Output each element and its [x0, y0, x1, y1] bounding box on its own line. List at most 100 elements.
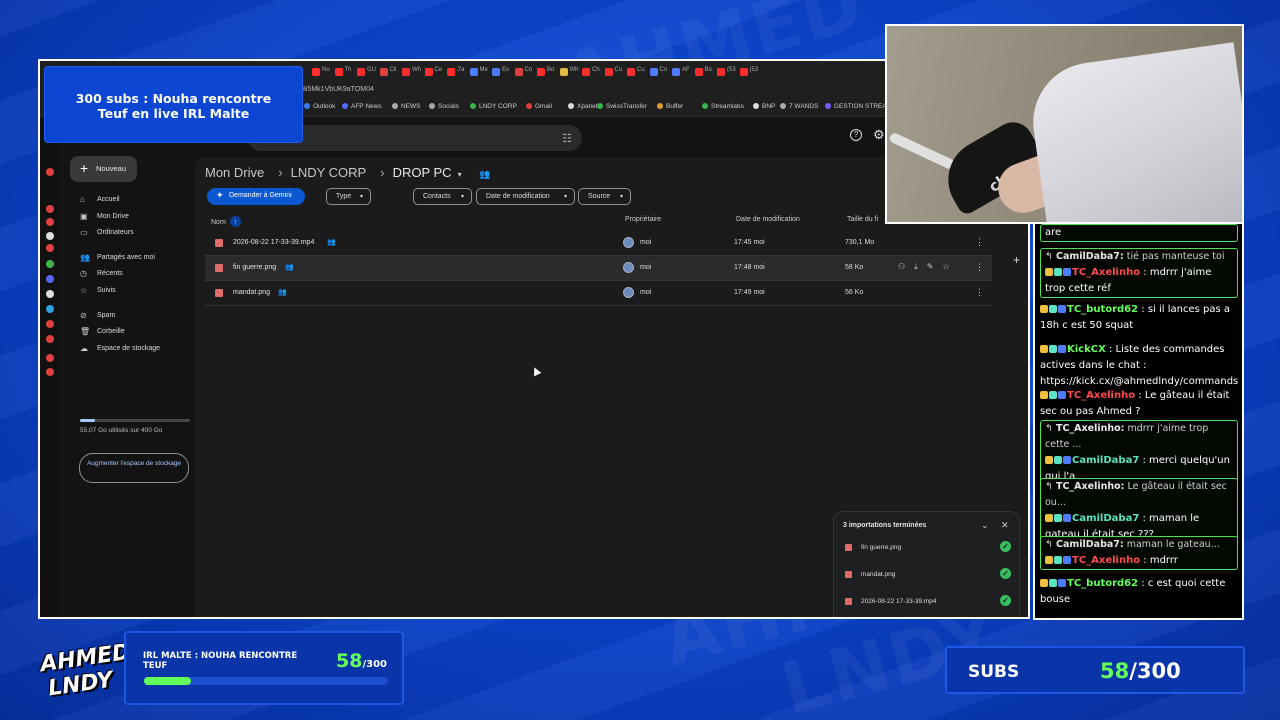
- filter-chip[interactable]: Date de modification ▾: [476, 188, 575, 205]
- tab-favicon-icon[interactable]: [537, 68, 545, 76]
- bookmark-item[interactable]: LNDY CORP: [470, 103, 517, 110]
- extension-icon[interactable]: [46, 232, 54, 240]
- sidebar-item-spam[interactable]: ⊘ Spam: [80, 311, 115, 320]
- sidebar-item-partagés-avec-moi[interactable]: 👥 Partagés avec moi: [80, 253, 155, 262]
- tab-favicon-icon[interactable]: [739, 68, 748, 76]
- extension-icon[interactable]: [46, 305, 54, 313]
- tab-favicon-icon[interactable]: [604, 68, 613, 76]
- chevron-down-icon[interactable]: ⌄: [981, 520, 989, 531]
- extension-icon[interactable]: [46, 205, 54, 213]
- close-icon[interactable]: ✕: [1001, 520, 1009, 531]
- tab-favicon-icon[interactable]: [492, 68, 500, 76]
- upgrade-storage-button[interactable]: Augmenter l'espace de stockage: [79, 453, 189, 483]
- bookmark-item[interactable]: SwissTransfer: [597, 103, 647, 110]
- chat-username[interactable]: TC_butord62: [1067, 304, 1138, 315]
- bookmark-item[interactable]: Xpanel: [568, 103, 597, 110]
- extension-icon[interactable]: [46, 354, 54, 362]
- bookmark-item[interactable]: NEWS: [392, 103, 421, 110]
- tab-label[interactable]: Cu: [637, 67, 645, 73]
- bookmark-item[interactable]: Buffer: [657, 103, 683, 110]
- breadcrumb-item[interactable]: Mon Drive: [205, 165, 264, 180]
- tab-label[interactable]: Cu: [615, 67, 623, 73]
- sidebar-item-récents[interactable]: ◷ Récents: [80, 269, 123, 278]
- chat-username[interactable]: KickCX: [1067, 344, 1106, 355]
- tab-label[interactable]: Es: [502, 67, 509, 73]
- add-icon[interactable]: +: [1013, 253, 1020, 267]
- upload-item[interactable]: mandat.png ✓: [834, 562, 1019, 588]
- sidebar-item-espace-de-stockage[interactable]: ☁ Espace de stockage: [80, 344, 160, 353]
- tab-favicon-icon[interactable]: [672, 68, 680, 76]
- help-icon[interactable]: ?: [850, 129, 862, 141]
- bookmark-item[interactable]: Streamlabs: [702, 103, 744, 110]
- sidebar-item-ordinateurs[interactable]: ▭ Ordinateurs: [80, 228, 134, 237]
- ask-gemini-button[interactable]: ✦ Demander à Gemini: [207, 188, 305, 205]
- extension-icon[interactable]: [46, 335, 54, 343]
- more-options-icon[interactable]: ⋮: [975, 287, 984, 298]
- tab-favicon-icon[interactable]: [582, 68, 590, 76]
- extension-icon[interactable]: [46, 320, 54, 328]
- tab-favicon-icon[interactable]: [402, 68, 410, 76]
- tab-label[interactable]: Ce: [435, 67, 443, 73]
- chat-username[interactable]: TC_butord62: [1067, 578, 1138, 589]
- upload-item[interactable]: fin guerre.png ✓: [834, 535, 1019, 561]
- tab-favicon-icon[interactable]: [514, 68, 523, 76]
- bookmark-item[interactable]: AFP News: [342, 103, 382, 110]
- tab-favicon-icon[interactable]: [312, 68, 320, 76]
- tab-label[interactable]: AF: [682, 67, 690, 73]
- breadcrumb-item[interactable]: LNDY CORP: [291, 165, 367, 180]
- bookmark-item[interactable]: Gmail: [526, 103, 552, 110]
- sidebar-item-mon-drive[interactable]: ▣ Mon Drive: [80, 212, 129, 221]
- chat-username[interactable]: CamilDaba7: [1072, 455, 1139, 466]
- tab-label[interactable]: J'a: [457, 67, 464, 73]
- tab-favicon-icon[interactable]: [717, 68, 725, 76]
- tab-label[interactable]: Cli: [390, 67, 397, 73]
- column-header-owner[interactable]: Propriétaire: [625, 216, 661, 223]
- filter-chip[interactable]: Contacts ▾: [413, 188, 472, 205]
- column-header-name[interactable]: Nom ↑: [211, 216, 241, 227]
- tab-favicon-icon[interactable]: [379, 68, 388, 76]
- extension-icon[interactable]: [46, 260, 54, 268]
- tab-label[interactable]: No: [322, 67, 330, 73]
- bookmark-item[interactable]: Socials: [429, 103, 459, 110]
- filter-chip[interactable]: Type ▾: [326, 188, 371, 205]
- tab-label[interactable]: (53: [727, 67, 736, 73]
- tab-label[interactable]: Th: [345, 67, 352, 73]
- extension-icon[interactable]: [46, 218, 54, 226]
- tab-favicon-icon[interactable]: [694, 68, 703, 76]
- file-row[interactable]: mandat.png 👥 moi 17:49 moi 56 Ko ⋮: [205, 281, 992, 306]
- tab-label[interactable]: Bo: [547, 67, 554, 73]
- tab-favicon-icon[interactable]: [649, 68, 658, 76]
- tab-favicon-icon[interactable]: [559, 68, 568, 76]
- chevron-down-icon[interactable]: ▾: [458, 170, 462, 179]
- new-button[interactable]: + Nouveau: [70, 156, 137, 182]
- extension-icon[interactable]: [46, 168, 54, 176]
- tab-favicon-icon[interactable]: [447, 68, 455, 76]
- sidebar-item-corbeille[interactable]: 🗑 Corbeille: [80, 327, 125, 336]
- search-options-icon[interactable]: ☷: [562, 132, 572, 145]
- tab-favicon-icon[interactable]: [469, 68, 478, 76]
- more-options-icon[interactable]: ⋮: [975, 262, 984, 273]
- tab-label[interactable]: Ch: [592, 67, 600, 73]
- column-header-size[interactable]: Taille du fi: [847, 216, 878, 223]
- chat-username[interactable]: CamilDaba7: [1072, 513, 1139, 524]
- tab-favicon-icon[interactable]: [627, 68, 635, 76]
- tab-label[interactable]: GU: [367, 67, 376, 73]
- bookmark-item[interactable]: BNP: [753, 103, 775, 110]
- row-actions[interactable]: ⚇⤓✎☆: [898, 262, 959, 272]
- tab-label[interactable]: (53: [750, 67, 759, 73]
- filter-chip[interactable]: Source ▾: [578, 188, 631, 205]
- extension-icon[interactable]: [46, 290, 54, 298]
- extension-icon[interactable]: [46, 244, 54, 252]
- chat-username[interactable]: TC_Axelinho: [1072, 267, 1140, 278]
- tab-favicon-icon[interactable]: [424, 68, 433, 76]
- extension-icon[interactable]: [46, 275, 54, 283]
- breadcrumb-current[interactable]: DROP PC: [393, 165, 452, 180]
- gear-icon[interactable]: ⚙: [873, 127, 885, 143]
- tab-label[interactable]: Me: [480, 67, 488, 73]
- tab-label[interactable]: Co: [525, 67, 533, 73]
- tab-label[interactable]: Bo: [705, 67, 712, 73]
- file-row[interactable]: 2026-08-22 17-33-39.mp4 👥 moi 17:45 moi 730,…: [205, 231, 992, 256]
- chat-username[interactable]: TC_Axelinho: [1067, 390, 1135, 401]
- sort-arrow-up-icon[interactable]: ↑: [229, 216, 241, 227]
- bookmark-item[interactable]: GESTION STREAM: [825, 103, 892, 110]
